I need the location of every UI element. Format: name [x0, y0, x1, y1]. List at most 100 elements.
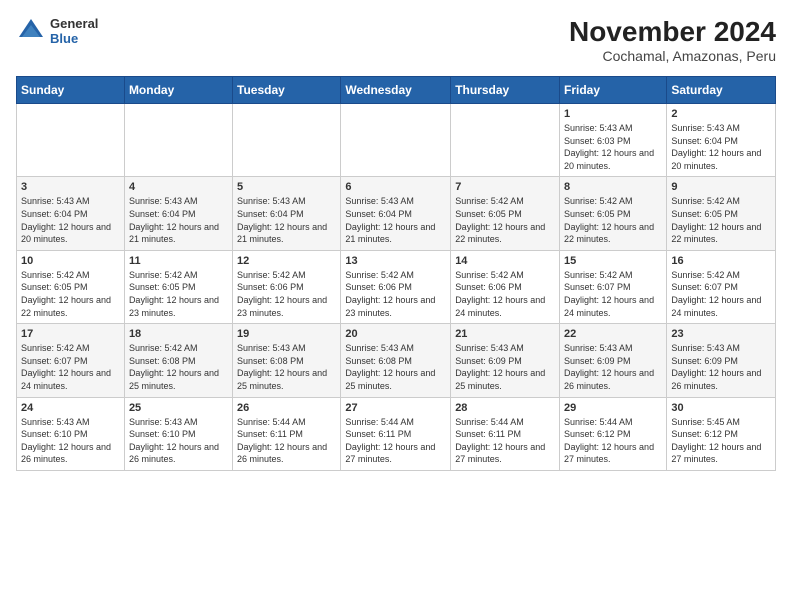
logo-icon	[16, 16, 46, 46]
calendar-cell: 29 Sunrise: 5:44 AM Sunset: 6:12 PM Dayli…	[560, 397, 667, 470]
day-number: 16	[671, 255, 771, 267]
calendar-cell	[233, 104, 341, 177]
calendar-cell: 14 Sunrise: 5:42 AM Sunset: 6:06 PM Dayli…	[451, 250, 560, 323]
day-number: 17	[21, 328, 120, 340]
calendar-cell: 10 Sunrise: 5:42 AM Sunset: 6:05 PM Dayli…	[17, 250, 125, 323]
day-number: 3	[21, 181, 120, 193]
day-info: Sunrise: 5:42 AM Sunset: 6:06 PM Dayligh…	[455, 269, 555, 319]
calendar-cell: 1 Sunrise: 5:43 AM Sunset: 6:03 PM Daylig…	[560, 104, 667, 177]
day-number: 26	[237, 402, 336, 414]
day-info: Sunrise: 5:43 AM Sunset: 6:04 PM Dayligh…	[237, 195, 336, 245]
calendar-cell: 13 Sunrise: 5:42 AM Sunset: 6:06 PM Dayli…	[341, 250, 451, 323]
day-info: Sunrise: 5:43 AM Sunset: 6:08 PM Dayligh…	[237, 342, 336, 392]
calendar-cell: 19 Sunrise: 5:43 AM Sunset: 6:08 PM Dayli…	[233, 324, 341, 397]
day-info: Sunrise: 5:43 AM Sunset: 6:04 PM Dayligh…	[129, 195, 228, 245]
day-number: 13	[345, 255, 446, 267]
calendar-cell: 7 Sunrise: 5:42 AM Sunset: 6:05 PM Daylig…	[451, 177, 560, 250]
day-info: Sunrise: 5:42 AM Sunset: 6:07 PM Dayligh…	[21, 342, 120, 392]
day-info: Sunrise: 5:43 AM Sunset: 6:04 PM Dayligh…	[345, 195, 446, 245]
day-info: Sunrise: 5:42 AM Sunset: 6:05 PM Dayligh…	[455, 195, 555, 245]
day-number: 27	[345, 402, 446, 414]
day-number: 6	[345, 181, 446, 193]
calendar-cell: 8 Sunrise: 5:42 AM Sunset: 6:05 PM Daylig…	[560, 177, 667, 250]
day-info: Sunrise: 5:44 AM Sunset: 6:11 PM Dayligh…	[237, 416, 336, 466]
day-info: Sunrise: 5:43 AM Sunset: 6:04 PM Dayligh…	[671, 122, 771, 172]
day-number: 22	[564, 328, 662, 340]
week-row-2: 3 Sunrise: 5:43 AM Sunset: 6:04 PM Daylig…	[17, 177, 776, 250]
calendar-cell	[451, 104, 560, 177]
weekday-tuesday: Tuesday	[233, 77, 341, 104]
calendar-body: 1 Sunrise: 5:43 AM Sunset: 6:03 PM Daylig…	[17, 104, 776, 471]
day-info: Sunrise: 5:44 AM Sunset: 6:11 PM Dayligh…	[455, 416, 555, 466]
calendar-cell: 21Sunrise: 5:43 AM Sunset: 6:09 PM Dayli…	[451, 324, 560, 397]
weekday-friday: Friday	[560, 77, 667, 104]
calendar-subtitle: Cochamal, Amazonas, Peru	[569, 48, 776, 64]
calendar-title: November 2024	[569, 16, 776, 48]
day-number: 8	[564, 181, 662, 193]
calendar-cell: 16 Sunrise: 5:42 AM Sunset: 6:07 PM Dayli…	[667, 250, 776, 323]
calendar-cell: 12 Sunrise: 5:42 AM Sunset: 6:06 PM Dayli…	[233, 250, 341, 323]
calendar-cell: 2Sunrise: 5:43 AM Sunset: 6:04 PM Daylig…	[667, 104, 776, 177]
title-block: November 2024 Cochamal, Amazonas, Peru	[569, 16, 776, 64]
day-info: Sunrise: 5:42 AM Sunset: 6:07 PM Dayligh…	[671, 269, 771, 319]
calendar-cell: 26 Sunrise: 5:44 AM Sunset: 6:11 PM Dayli…	[233, 397, 341, 470]
day-number: 23	[671, 328, 771, 340]
day-info: Sunrise: 5:42 AM Sunset: 6:05 PM Dayligh…	[671, 195, 771, 245]
day-number: 29	[564, 402, 662, 414]
day-info: Sunrise: 5:43 AM Sunset: 6:03 PM Dayligh…	[564, 122, 662, 172]
day-number: 30	[671, 402, 771, 414]
weekday-sunday: Sunday	[17, 77, 125, 104]
day-number: 4	[129, 181, 228, 193]
day-info: Sunrise: 5:45 AM Sunset: 6:12 PM Dayligh…	[671, 416, 771, 466]
day-number: 15	[564, 255, 662, 267]
calendar-cell: 28Sunrise: 5:44 AM Sunset: 6:11 PM Dayli…	[451, 397, 560, 470]
day-info: Sunrise: 5:43 AM Sunset: 6:04 PM Dayligh…	[21, 195, 120, 245]
day-info: Sunrise: 5:43 AM Sunset: 6:09 PM Dayligh…	[455, 342, 555, 392]
day-info: Sunrise: 5:42 AM Sunset: 6:05 PM Dayligh…	[564, 195, 662, 245]
logo-blue: Blue	[50, 31, 98, 46]
calendar-cell: 22 Sunrise: 5:43 AM Sunset: 6:09 PM Dayli…	[560, 324, 667, 397]
day-number: 10	[21, 255, 120, 267]
calendar-cell: 11 Sunrise: 5:42 AM Sunset: 6:05 PM Dayli…	[124, 250, 232, 323]
day-number: 11	[129, 255, 228, 267]
calendar-cell	[124, 104, 232, 177]
weekday-wednesday: Wednesday	[341, 77, 451, 104]
calendar-cell: 4 Sunrise: 5:43 AM Sunset: 6:04 PM Daylig…	[124, 177, 232, 250]
week-row-3: 10 Sunrise: 5:42 AM Sunset: 6:05 PM Dayli…	[17, 250, 776, 323]
calendar-cell: 20Sunrise: 5:43 AM Sunset: 6:08 PM Dayli…	[341, 324, 451, 397]
day-info: Sunrise: 5:42 AM Sunset: 6:05 PM Dayligh…	[129, 269, 228, 319]
day-number: 9	[671, 181, 771, 193]
day-info: Sunrise: 5:43 AM Sunset: 6:10 PM Dayligh…	[129, 416, 228, 466]
day-info: Sunrise: 5:43 AM Sunset: 6:09 PM Dayligh…	[671, 342, 771, 392]
weekday-header-row: SundayMondayTuesdayWednesdayThursdayFrid…	[17, 77, 776, 104]
calendar-cell: 6 Sunrise: 5:43 AM Sunset: 6:04 PM Daylig…	[341, 177, 451, 250]
calendar-cell	[341, 104, 451, 177]
day-number: 20	[345, 328, 446, 340]
day-number: 7	[455, 181, 555, 193]
calendar-cell: 27Sunrise: 5:44 AM Sunset: 6:11 PM Dayli…	[341, 397, 451, 470]
weekday-saturday: Saturday	[667, 77, 776, 104]
week-row-1: 1 Sunrise: 5:43 AM Sunset: 6:03 PM Daylig…	[17, 104, 776, 177]
day-number: 1	[564, 108, 662, 120]
day-info: Sunrise: 5:42 AM Sunset: 6:08 PM Dayligh…	[129, 342, 228, 392]
day-info: Sunrise: 5:43 AM Sunset: 6:09 PM Dayligh…	[564, 342, 662, 392]
day-number: 18	[129, 328, 228, 340]
day-number: 19	[237, 328, 336, 340]
day-info: Sunrise: 5:42 AM Sunset: 6:06 PM Dayligh…	[345, 269, 446, 319]
week-row-5: 24 Sunrise: 5:43 AM Sunset: 6:10 PM Dayli…	[17, 397, 776, 470]
day-number: 12	[237, 255, 336, 267]
day-info: Sunrise: 5:44 AM Sunset: 6:12 PM Dayligh…	[564, 416, 662, 466]
day-info: Sunrise: 5:43 AM Sunset: 6:10 PM Dayligh…	[21, 416, 120, 466]
calendar-cell: 18 Sunrise: 5:42 AM Sunset: 6:08 PM Dayli…	[124, 324, 232, 397]
calendar-cell: 30 Sunrise: 5:45 AM Sunset: 6:12 PM Dayli…	[667, 397, 776, 470]
calendar-header: SundayMondayTuesdayWednesdayThursdayFrid…	[17, 77, 776, 104]
page-header: General Blue November 2024 Cochamal, Ama…	[16, 16, 776, 64]
calendar-cell: 23 Sunrise: 5:43 AM Sunset: 6:09 PM Dayli…	[667, 324, 776, 397]
day-number: 24	[21, 402, 120, 414]
day-number: 14	[455, 255, 555, 267]
day-number: 5	[237, 181, 336, 193]
calendar-cell: 9 Sunrise: 5:42 AM Sunset: 6:05 PM Daylig…	[667, 177, 776, 250]
day-info: Sunrise: 5:42 AM Sunset: 6:06 PM Dayligh…	[237, 269, 336, 319]
weekday-thursday: Thursday	[451, 77, 560, 104]
day-info: Sunrise: 5:42 AM Sunset: 6:05 PM Dayligh…	[21, 269, 120, 319]
